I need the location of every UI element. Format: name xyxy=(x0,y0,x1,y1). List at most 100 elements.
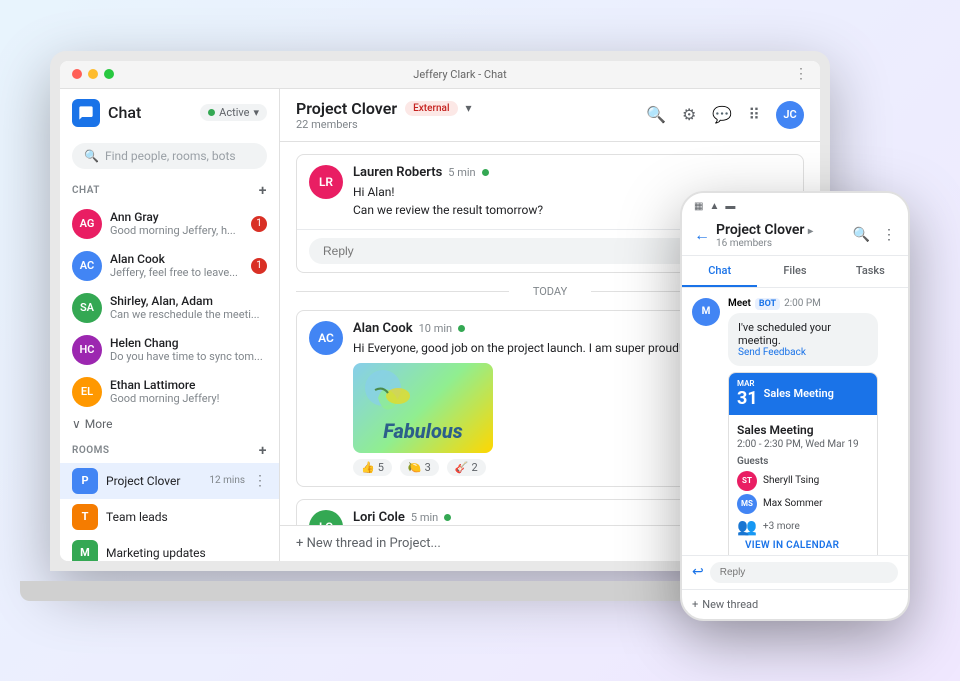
search-bar[interactable]: 🔍 Find people, rooms, bots xyxy=(72,143,267,169)
rooms-section-label: ROOMS + xyxy=(60,435,279,463)
chat-icon[interactable]: 💬 xyxy=(712,105,732,124)
meeting-time: 2:00 - 2:30 PM, Wed Mar 19 xyxy=(737,439,869,450)
phone-reply-bar: ↩ xyxy=(682,555,908,589)
room-icon: T xyxy=(72,504,98,530)
chat-item-name: Ethan Lattimore xyxy=(110,378,267,392)
guest-avatar: ST xyxy=(737,471,757,491)
add-chat-button[interactable]: + xyxy=(259,183,267,199)
guest-name: Sheryll Tsing xyxy=(763,475,819,486)
phone-tabs: Chat Files Tasks xyxy=(682,256,908,288)
calendar-date: 31 xyxy=(737,388,758,409)
guest-name: Max Sommer xyxy=(763,498,822,509)
phone-dots-icon[interactable]: ⋮ xyxy=(882,227,896,243)
message-time: 10 min xyxy=(419,322,453,335)
back-arrow-icon[interactable]: ← xyxy=(694,225,710,245)
chat-item-preview: Do you have time to sync tom... xyxy=(110,350,267,363)
message-sender: Lauren Roberts xyxy=(353,165,442,180)
chat-item-name: Helen Chang xyxy=(110,336,267,350)
tab-chat[interactable]: Chat xyxy=(682,256,757,287)
view-calendar-link[interactable]: VIEW IN CALENDAR xyxy=(737,536,869,555)
phone-reply-input[interactable] xyxy=(710,562,898,583)
phone-header-icons: 🔍 ⋮ xyxy=(853,227,896,243)
guests-label: Guests xyxy=(737,456,869,467)
room-item-marketing[interactable]: M Marketing updates xyxy=(60,535,279,561)
room-icon: M xyxy=(72,540,98,561)
reaction-guitar[interactable]: 🎸2 xyxy=(447,459,486,476)
chat-item-shirley[interactable]: SA Shirley, Alan, Adam Can we reschedule… xyxy=(60,287,279,329)
message-avatar: LC xyxy=(309,510,343,525)
bot-message: M Meet BOT 2:00 PM I've scheduled your m… xyxy=(692,298,898,555)
avatar: SA xyxy=(72,293,102,323)
phone-reply-icon[interactable]: ↩ xyxy=(692,564,704,580)
sidebar-header: Chat Active ▾ xyxy=(60,89,279,137)
user-avatar[interactable]: JC xyxy=(776,101,804,129)
bot-bubble: I've scheduled your meeting. Send Feedba… xyxy=(728,313,878,366)
maximize-button[interactable] xyxy=(104,69,114,79)
room-dots-icon: ⋮ xyxy=(253,473,267,489)
bot-label: BOT xyxy=(755,298,780,310)
gif-text-label: Fabulous xyxy=(383,419,463,443)
status-chevron: ▾ xyxy=(253,106,259,119)
chevron-down-icon[interactable]: ▾ xyxy=(466,101,472,115)
chat-section-label: CHAT + xyxy=(60,175,279,203)
guest-item-max: MS Max Sommer xyxy=(737,494,869,514)
chat-item-ann-gray[interactable]: AG Ann Gray Good morning Jeffery, h... 1 xyxy=(60,203,279,245)
phone-project-title: Project Clover ▸ xyxy=(716,222,847,238)
chat-item-ethan[interactable]: EL Ethan Lattimore Good morning Jeffery! xyxy=(60,371,279,413)
more-guests-count: +3 more xyxy=(763,521,800,532)
wifi-icon: ▲ xyxy=(709,201,719,212)
phone-overlay: ▦ ▲ ▬ ← Project Clover ▸ 16 members 🔍 ⋮ … xyxy=(680,191,910,621)
avatar: HC xyxy=(72,335,102,365)
chat-more-link[interactable]: ∨ More xyxy=(60,413,279,435)
send-feedback-link[interactable]: Send Feedback xyxy=(738,347,868,358)
online-indicator xyxy=(458,325,465,332)
room-item-team-leads[interactable]: T Team leads xyxy=(60,499,279,535)
room-icon: P xyxy=(72,468,98,494)
message-sender: Alan Cook xyxy=(353,321,413,336)
unread-badge: 1 xyxy=(251,258,267,274)
member-count: 22 members xyxy=(296,118,472,131)
meeting-title-body: Sales Meeting xyxy=(737,423,869,437)
window-dots-icon[interactable]: ⋮ xyxy=(794,66,808,82)
guest-item-sheryll: ST Sheryll Tsing xyxy=(737,471,869,491)
room-item-project-clover[interactable]: P Project Clover 12 mins ⋮ xyxy=(60,463,279,499)
chat-item-helen[interactable]: HC Helen Chang Do you have time to sync … xyxy=(60,329,279,371)
reaction-lemon[interactable]: 🍋3 xyxy=(400,459,439,476)
phone-search-icon[interactable]: 🔍 xyxy=(853,227,870,243)
phone-status-bar: ▦ ▲ ▬ xyxy=(682,193,908,216)
chat-item-preview: Good morning Jeffery, h... xyxy=(110,224,243,237)
gif-image: Fabulous xyxy=(353,363,493,453)
app-title: Chat xyxy=(108,103,141,122)
room-name: Project Clover xyxy=(106,474,201,488)
minimize-button[interactable] xyxy=(88,69,98,79)
search-icon: 🔍 xyxy=(84,149,99,163)
phone-header: ← Project Clover ▸ 16 members 🔍 ⋮ xyxy=(682,216,908,256)
online-indicator xyxy=(482,169,489,176)
add-room-button[interactable]: + xyxy=(259,443,267,459)
chat-item-alan-cook[interactable]: AC Alan Cook Jeffery, feel free to leave… xyxy=(60,245,279,287)
chat-header: Project Clover External ▾ 22 members 🔍 ⚙… xyxy=(280,89,820,142)
new-thread-label: + New thread in Project... xyxy=(296,536,441,551)
reaction-thumbs[interactable]: 👍5 xyxy=(353,459,392,476)
unread-badge: 1 xyxy=(251,216,267,232)
phone-member-count: 16 members xyxy=(716,238,847,249)
avatar: AC xyxy=(72,251,102,281)
apps-icon[interactable]: ⠿ xyxy=(748,105,760,124)
phone-new-thread-bar[interactable]: + New thread xyxy=(682,589,908,619)
project-title: Project Clover xyxy=(296,99,397,118)
tab-files[interactable]: Files xyxy=(757,256,832,287)
bot-time: 2:00 PM xyxy=(784,298,821,309)
new-thread-label: New thread xyxy=(702,598,758,611)
calendar-month: MAR xyxy=(737,379,758,388)
active-dot-icon xyxy=(208,109,215,116)
tab-tasks[interactable]: Tasks xyxy=(833,256,908,287)
chat-item-name: Shirley, Alan, Adam xyxy=(110,294,267,308)
close-button[interactable] xyxy=(72,69,82,79)
avatar: AG xyxy=(72,209,102,239)
calendar-card: MAR 31 Sales Meeting Sales Meeting 2:00 … xyxy=(728,372,878,555)
settings-icon[interactable]: ⚙ xyxy=(682,105,696,124)
search-icon[interactable]: 🔍 xyxy=(646,105,666,124)
external-badge: External xyxy=(405,101,457,116)
status-badge[interactable]: Active ▾ xyxy=(200,104,267,121)
message-avatar: AC xyxy=(309,321,343,355)
